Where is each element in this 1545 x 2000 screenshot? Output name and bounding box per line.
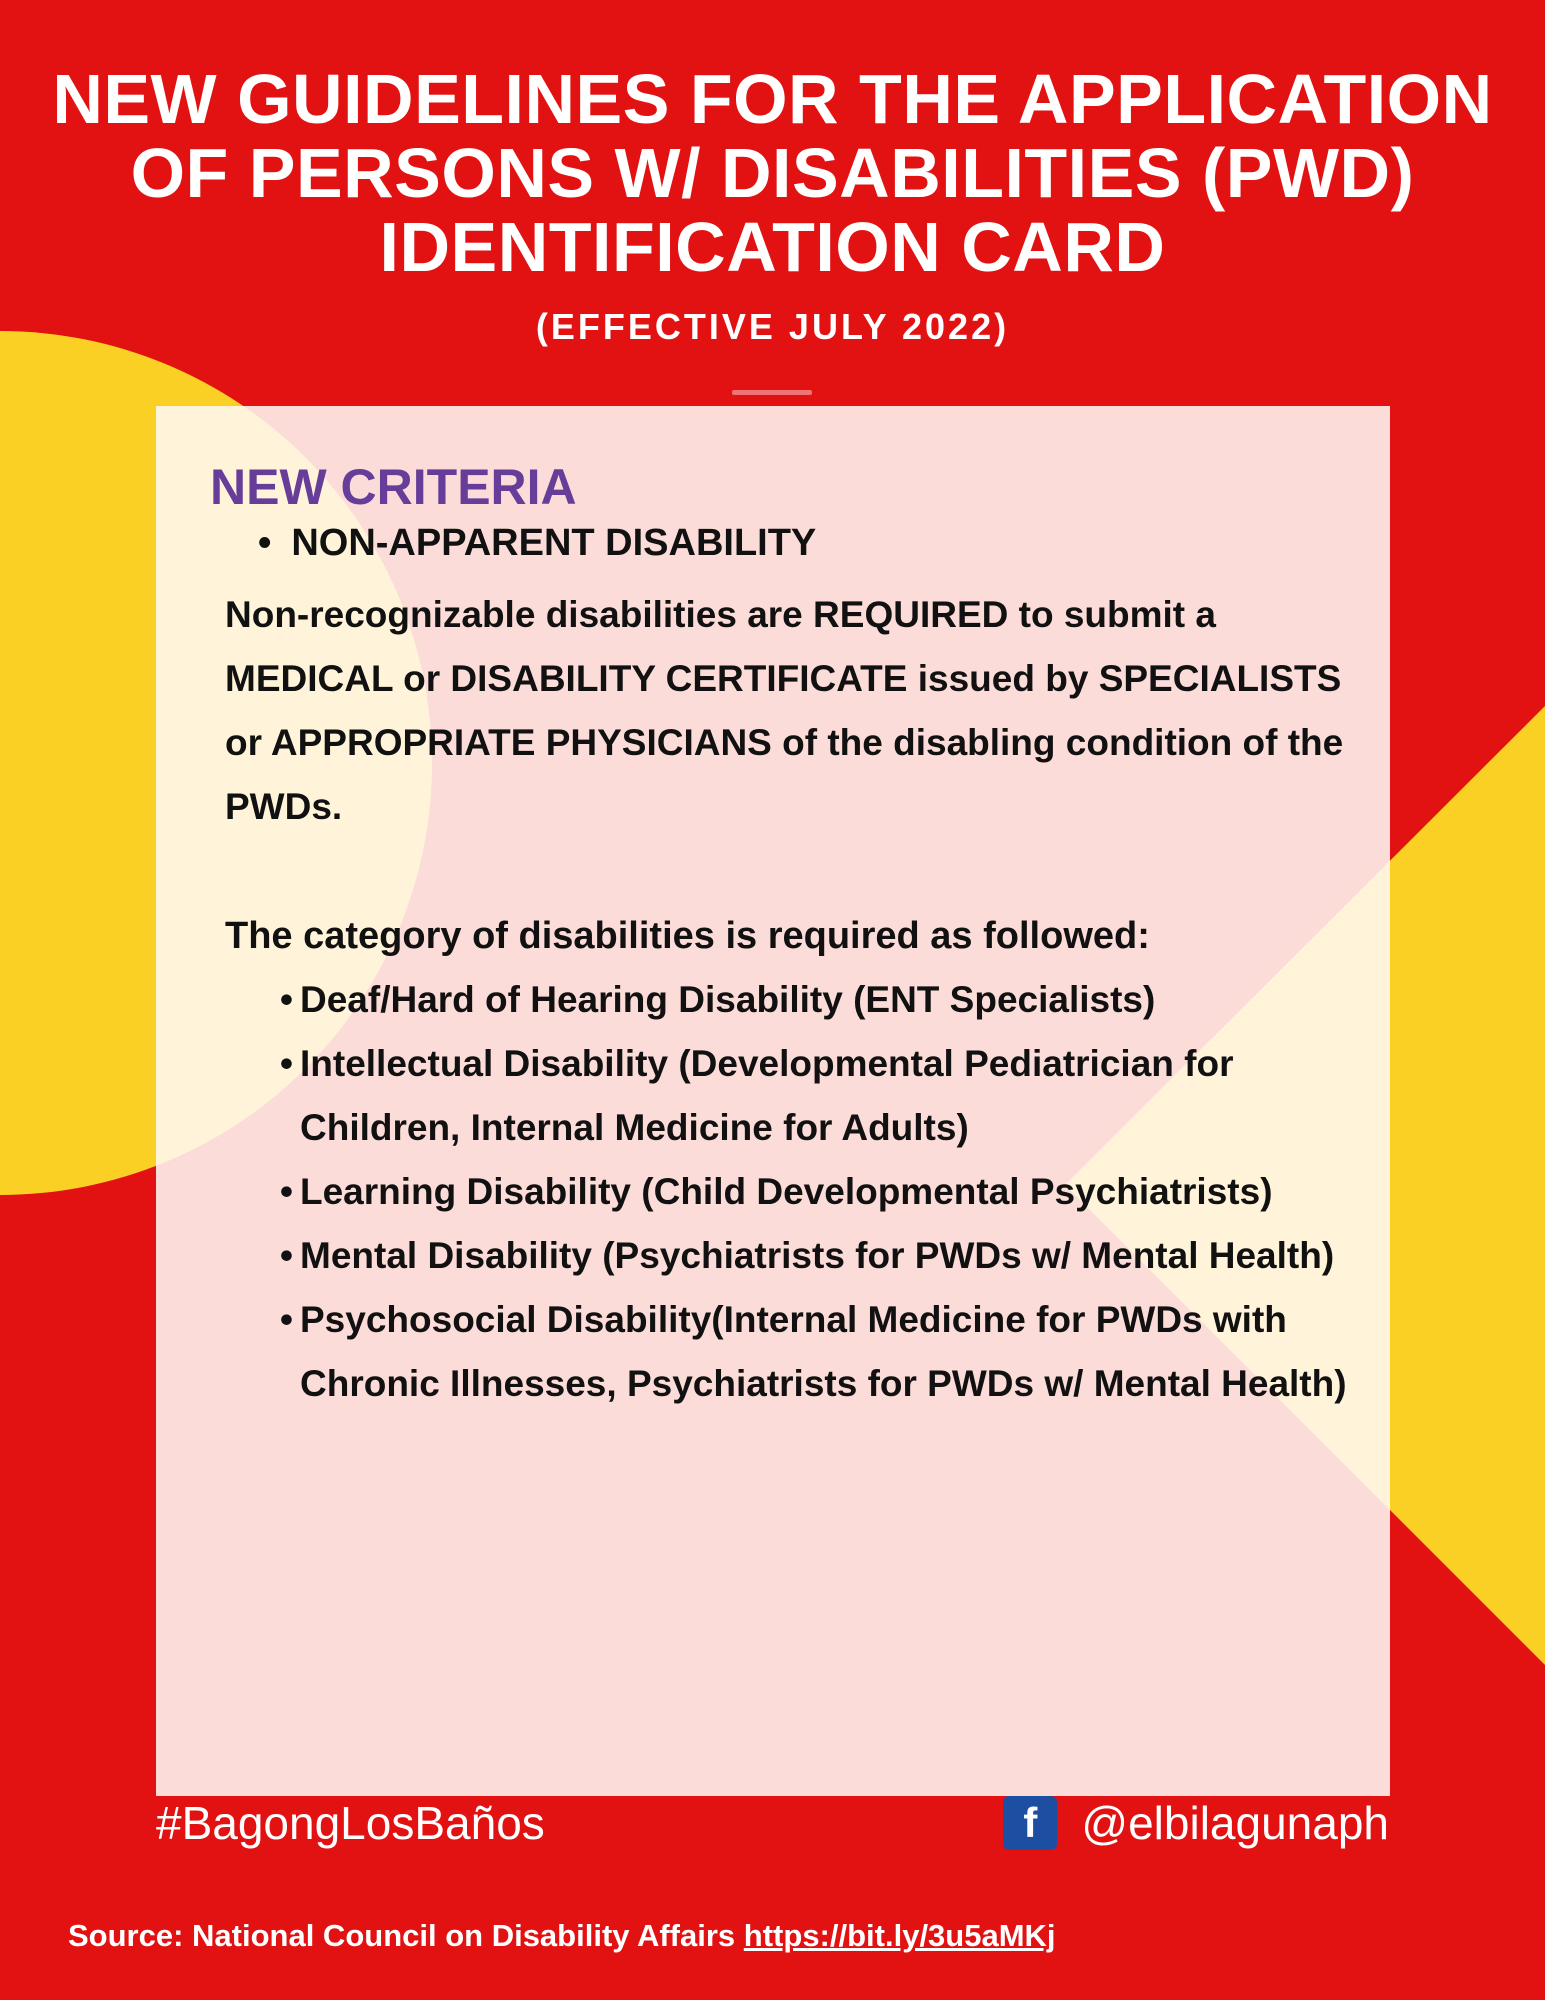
requirement-paragraph: Non-recognizable disabilities are REQUIR… xyxy=(225,594,1344,827)
category-item: Mental Disability (Psychiatrists for PWD… xyxy=(280,1224,1350,1288)
criteria-bullet: NON-APPARENT DISABILITY xyxy=(258,522,816,565)
effective-date: (EFFECTIVE JULY 2022) xyxy=(535,306,1010,347)
criteria-heading: NEW CRITERIA xyxy=(210,459,577,515)
category-intro: The category of disabilities is required… xyxy=(225,915,1150,957)
category-item: Deaf/Hard of Hearing Disability (ENT Spe… xyxy=(280,968,1350,1032)
category-item: Psychosocial Disability(Internal Medicin… xyxy=(280,1288,1350,1416)
facebook-icon[interactable]: f xyxy=(1003,1796,1058,1850)
source-link[interactable]: https://bit.ly/3u5aMKj xyxy=(744,1918,1056,1953)
source-label: Source: National Council on Disability A… xyxy=(68,1918,736,1953)
category-item: Learning Disability (Child Developmental… xyxy=(280,1160,1350,1224)
category-list: Deaf/Hard of Hearing Disability (ENT Spe… xyxy=(280,968,1350,1416)
category-item: Intellectual Disability (Developmental P… xyxy=(280,1032,1350,1160)
criteria-bullet-list: NON-APPARENT DISABILITY xyxy=(258,522,816,565)
social-handle-group[interactable]: f @elbilagunaph xyxy=(1003,1796,1389,1850)
social-handle[interactable]: @elbilagunaph xyxy=(1081,1796,1389,1850)
page-title: NEW GUIDELINES FOR THE APPLICATION OF PE… xyxy=(52,60,1493,286)
source-line: Source: National Council on Disability A… xyxy=(68,1918,1056,1954)
title-divider xyxy=(732,390,812,395)
hashtag: #BagongLosBaños xyxy=(156,1797,545,1849)
